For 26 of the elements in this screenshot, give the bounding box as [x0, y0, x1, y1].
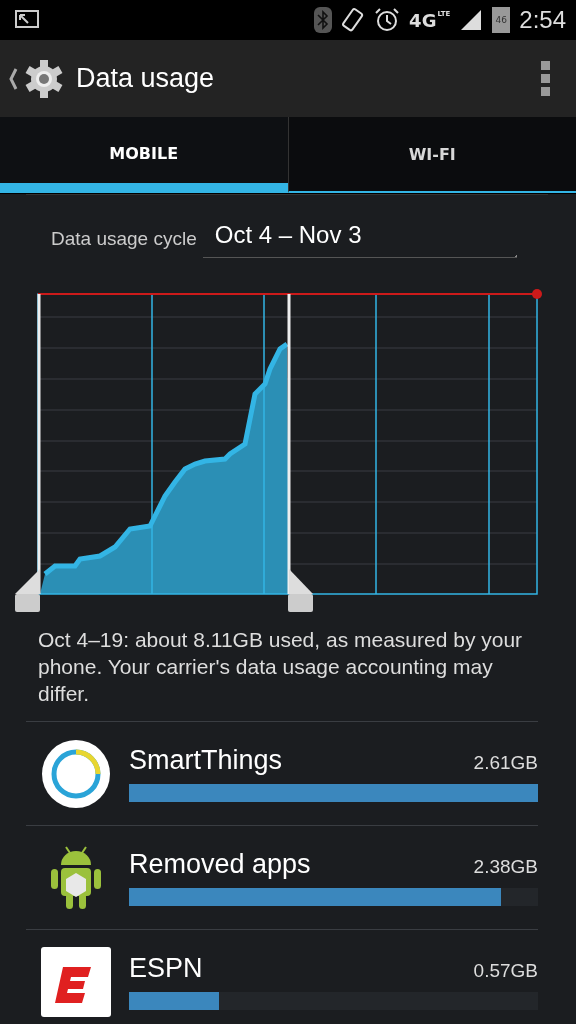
screen-title: Data usage [76, 63, 216, 94]
app-usage: 0.57GB [473, 960, 538, 982]
battery-indicator: 46 [492, 7, 511, 33]
signal-icon [459, 8, 484, 32]
vibrate-icon [341, 7, 366, 33]
app-row[interactable]: ESPN 0.57GB [26, 929, 538, 1024]
app-name: ESPN [129, 953, 203, 984]
usage-summary: Oct 4–19: about 8.11GB used, as measured by your phone. Your carrier's data usage accounting may differ. [38, 627, 524, 707]
app-usage: 2.61GB [473, 752, 538, 774]
screen-mirror-icon [14, 9, 40, 31]
app-name: Removed apps [129, 849, 311, 880]
tab[interactable]: WI-FI [287, 117, 576, 193]
end-handle[interactable] [287, 294, 313, 612]
alarm-icon [374, 7, 401, 33]
sports-app-icon [41, 946, 111, 1017]
clock: 2:54 [519, 6, 566, 34]
bluetooth-icon [314, 7, 333, 33]
app-usage: 2.38GB [473, 856, 538, 878]
ring-app-icon [41, 738, 111, 809]
app-row[interactable]: SmartThings 2.61GB [26, 721, 538, 825]
app-name: SmartThings [129, 745, 283, 776]
tab[interactable]: MOBILE [0, 117, 288, 193]
app-row[interactable]: Removed apps 2.38GB [26, 825, 538, 929]
cycle-label: Data usage cycle [50, 227, 197, 250]
start-handle[interactable] [15, 294, 41, 612]
network-type: 4G [409, 9, 437, 31]
